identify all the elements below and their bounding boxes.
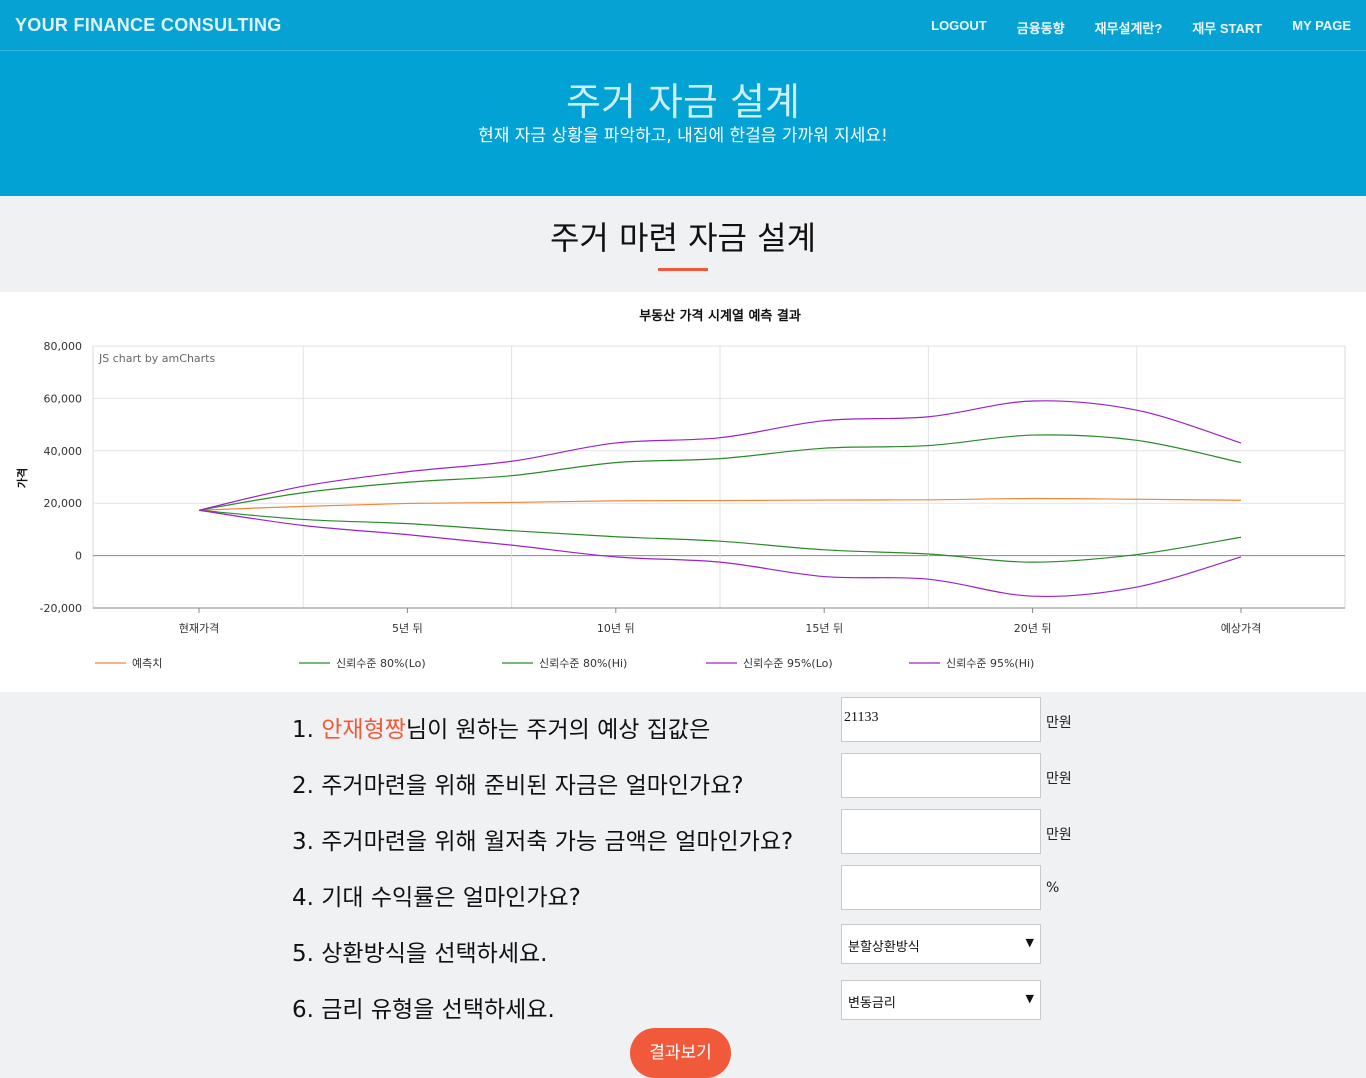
section-title: 주거 마련 자금 설계	[549, 219, 817, 257]
question-1: 1. 안재형짱님이 원하는 주거의 예상 집값은	[292, 710, 710, 744]
nav-about-planning[interactable]: 재무설계란?	[1095, 18, 1163, 37]
question-4: 4. 기대 수익률은 얼마인가요?	[292, 885, 581, 911]
forecast-chart-panel: 부동산 가격 시계열 예측 결과 가격 80,000 60,000 40,000 20…	[0, 292, 1366, 692]
monthly-savings-input[interactable]	[841, 809, 1041, 854]
nav-links: LOGOUT 금융동향 재무설계란? 재무 START MY PAGE	[931, 18, 1351, 37]
x-tick-label: 20년 뒤	[1014, 622, 1052, 635]
plot-area	[92, 345, 1346, 609]
hero-banner: 주거 자금 설계 현재 자금 상황을 파악하고, 내집에 한걸음 가까워 지세요…	[0, 51, 1366, 196]
nav-logout[interactable]: LOGOUT	[931, 18, 987, 37]
legend-label-ci95-lo[interactable]: 신뢰수준 95%(Lo)	[743, 657, 833, 670]
question-6: 6. 금리 유형을 선택하세요.	[292, 997, 555, 1023]
question-5: 5. 상환방식을 선택하세요.	[292, 941, 548, 967]
dropdown-arrow-icon: ▼	[1025, 936, 1034, 949]
unit-label-3: 만원	[1046, 827, 1072, 843]
view-result-button[interactable]: 결과보기	[630, 1028, 731, 1078]
expected-return-input[interactable]	[841, 865, 1041, 910]
question-2: 2. 주거마련을 위해 준비된 자금은 얼마인가요?	[292, 773, 744, 799]
chart-title: 부동산 가격 시계열 예측 결과	[639, 308, 801, 324]
brand-logo[interactable]: YOUR FINANCE CONSULTING	[15, 15, 282, 36]
hero-subtitle: 현재 자금 상황을 파악하고, 내집에 한걸음 가까워 지세요!	[478, 126, 888, 146]
y-tick-label: 80,000	[44, 340, 83, 353]
repayment-method-select[interactable]: 분할상환방식 ▼	[841, 924, 1041, 964]
question-1-text: 님이 원하는 주거의 예상 집값은	[405, 717, 711, 743]
legend-label-ci80-lo[interactable]: 신뢰수준 80%(Lo)	[336, 657, 426, 670]
x-tick-label: 예상가격	[1221, 622, 1261, 635]
prepared-funds-input[interactable]	[841, 753, 1041, 798]
unit-label-2: 만원	[1046, 771, 1072, 787]
interest-type-select[interactable]: 변동금리 ▼	[841, 980, 1041, 1020]
hero-title: 주거 자금 설계	[566, 80, 800, 124]
x-tick-label: 5년 뒤	[392, 622, 423, 635]
x-tick-label: 15년 뒤	[805, 622, 843, 635]
repayment-method-value: 분할상환방식	[848, 940, 920, 955]
nav-finance-trends[interactable]: 금융동향	[1017, 18, 1065, 37]
legend-label-ci80-hi[interactable]: 신뢰수준 80%(Hi)	[539, 657, 627, 670]
top-navbar: YOUR FINANCE CONSULTING LOGOUT 금융동향 재무설계…	[0, 0, 1366, 51]
unit-label-1: 만원	[1046, 715, 1072, 731]
chart-y-axis-label: 가격	[15, 468, 29, 488]
legend-label-forecast[interactable]: 예측치	[132, 657, 162, 670]
legend-label-ci95-hi[interactable]: 신뢰수준 95%(Hi)	[946, 657, 1034, 670]
nav-my-page[interactable]: MY PAGE	[1292, 18, 1351, 37]
y-tick-label: -20,000	[40, 602, 82, 615]
nav-finance-start[interactable]: 재무 START	[1192, 18, 1262, 37]
y-tick-label: 60,000	[44, 392, 83, 405]
question-1-number: 1.	[292, 717, 322, 743]
unit-label-4: %	[1046, 880, 1060, 896]
expected-house-price-input[interactable]: 21133	[841, 697, 1041, 742]
forecast-chart: 부동산 가격 시계열 예측 결과 가격 80,000 60,000 40,000 20…	[15, 308, 1346, 670]
chart-credit[interactable]: JS chart by amCharts	[98, 352, 215, 365]
x-tick-label: 현재가격	[179, 622, 219, 635]
dropdown-arrow-icon: ▼	[1025, 992, 1034, 1005]
interest-type-value: 변동금리	[848, 996, 896, 1011]
y-tick-label: 40,000	[44, 445, 83, 458]
y-tick-label: 0	[75, 550, 82, 563]
y-tick-label: 20,000	[44, 497, 83, 510]
user-name: 안재형짱	[321, 717, 406, 743]
title-underline	[658, 268, 708, 271]
question-3: 3. 주거마련을 위해 월저축 가능 금액은 얼마인가요?	[292, 829, 794, 855]
x-tick-label: 10년 뒤	[597, 622, 635, 635]
